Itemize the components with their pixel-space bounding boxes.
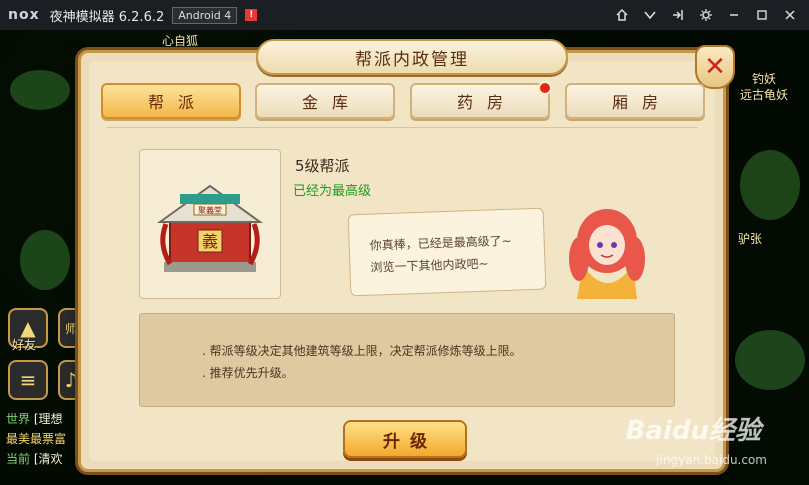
dialog-title: 帮派内政管理 [355, 49, 469, 70]
chat-bubble-icon: ≡ [19, 368, 37, 392]
chat-text: [理想 [33, 412, 63, 426]
tab-label: 药房 [456, 93, 517, 112]
guild-hall-icon: 義 聚義堂 [156, 184, 264, 272]
guild-level-title: 5级帮派 [295, 157, 350, 175]
tab-wing-room[interactable]: 厢房 [565, 83, 705, 119]
guild-level-status: 已经为最高级 [293, 184, 372, 199]
window-title: 夜神模拟器 6.2.6.2 [49, 9, 165, 25]
friends-label: 好友 [12, 338, 37, 352]
tab-label: 厢房 [611, 93, 672, 112]
emulator-title-bar: nox 夜神模拟器 6.2.6.2 Android 4 ! [0, 0, 809, 30]
tab-guild[interactable]: 帮派 [101, 83, 241, 119]
foliage [20, 230, 70, 290]
chat-button[interactable]: ≡ [8, 360, 48, 400]
building-sign: 義 [202, 232, 218, 251]
minimize-icon[interactable] [721, 3, 747, 27]
watermark-url: jingyan.baidu.com [656, 453, 767, 467]
npc-name-label: 驴张 [738, 232, 763, 246]
npc-name-label: 心自狐 [162, 34, 199, 48]
tab-treasury[interactable]: 金库 [255, 83, 395, 119]
info-panel: . 帮派等级决定其他建筑等级上限，决定帮派修炼等级上限。 . 推荐优先升级。 [139, 313, 675, 407]
chat-channel: 世界 [6, 412, 31, 426]
foliage [735, 330, 805, 390]
close-icon[interactable] [777, 3, 803, 27]
maximize-icon[interactable] [749, 3, 775, 27]
foliage [740, 150, 800, 220]
android-version-badge: Android 4 [172, 6, 238, 24]
bubble-text: 浏览一下其他内政吧~ [370, 256, 489, 275]
info-line: . 帮派等级决定其他建筑等级上限，决定帮派修炼等级上限。 [202, 344, 522, 358]
exit-fullscreen-icon[interactable] [665, 3, 691, 27]
home-icon[interactable] [609, 3, 635, 27]
info-line: . 推荐优先升级。 [202, 366, 294, 380]
watermark-brand: Baidu经验 [625, 416, 761, 446]
nox-logo: nox [8, 7, 40, 23]
chat-text: [清欢 [33, 452, 63, 466]
guild-building-card: 義 聚義堂 [139, 149, 281, 299]
master-tag-label: 师 [64, 321, 77, 336]
close-icon: ✕ [704, 52, 726, 82]
dialog-title-plate: 帮派内政管理 [256, 39, 568, 75]
foliage [10, 70, 70, 110]
microphone-icon: ♪ [64, 368, 78, 392]
chevron-down-icon[interactable] [637, 3, 663, 27]
window-controls [609, 0, 803, 30]
tab-pharmacy[interactable]: 药房 [410, 81, 552, 119]
gear-icon[interactable] [693, 3, 719, 27]
notification-dot [538, 81, 552, 95]
divider [107, 127, 697, 128]
tab-label: 帮派 [147, 93, 208, 112]
upgrade-button[interactable]: 升级 [343, 420, 467, 458]
guide-girl-character [569, 209, 645, 299]
chat-channel: 当前 [6, 452, 31, 466]
speech-bubble: 你真棒，已经是最高级了~ 浏览一下其他内政吧~ [347, 207, 547, 297]
building-plaque: 聚義堂 [198, 205, 222, 215]
chat-line: 世界 [理想 [6, 410, 63, 427]
bubble-text: 你真棒，已经是最高级了~ [369, 233, 512, 253]
tab-label: 金库 [301, 93, 362, 112]
npc-name-label: 钓妖 [752, 72, 777, 86]
chat-line: 当前 [清欢 [6, 450, 63, 467]
npc-name-label: 远古龟妖 [740, 88, 789, 102]
alert-badge[interactable]: ! [245, 9, 258, 21]
chat-line: 最美最票富 [6, 432, 67, 446]
guild-affairs-dialog: 帮派内政管理 ✕ 帮派 金库 药房 厢房 義 聚義堂 5级帮派 已经为最高级 你… [78, 39, 735, 472]
